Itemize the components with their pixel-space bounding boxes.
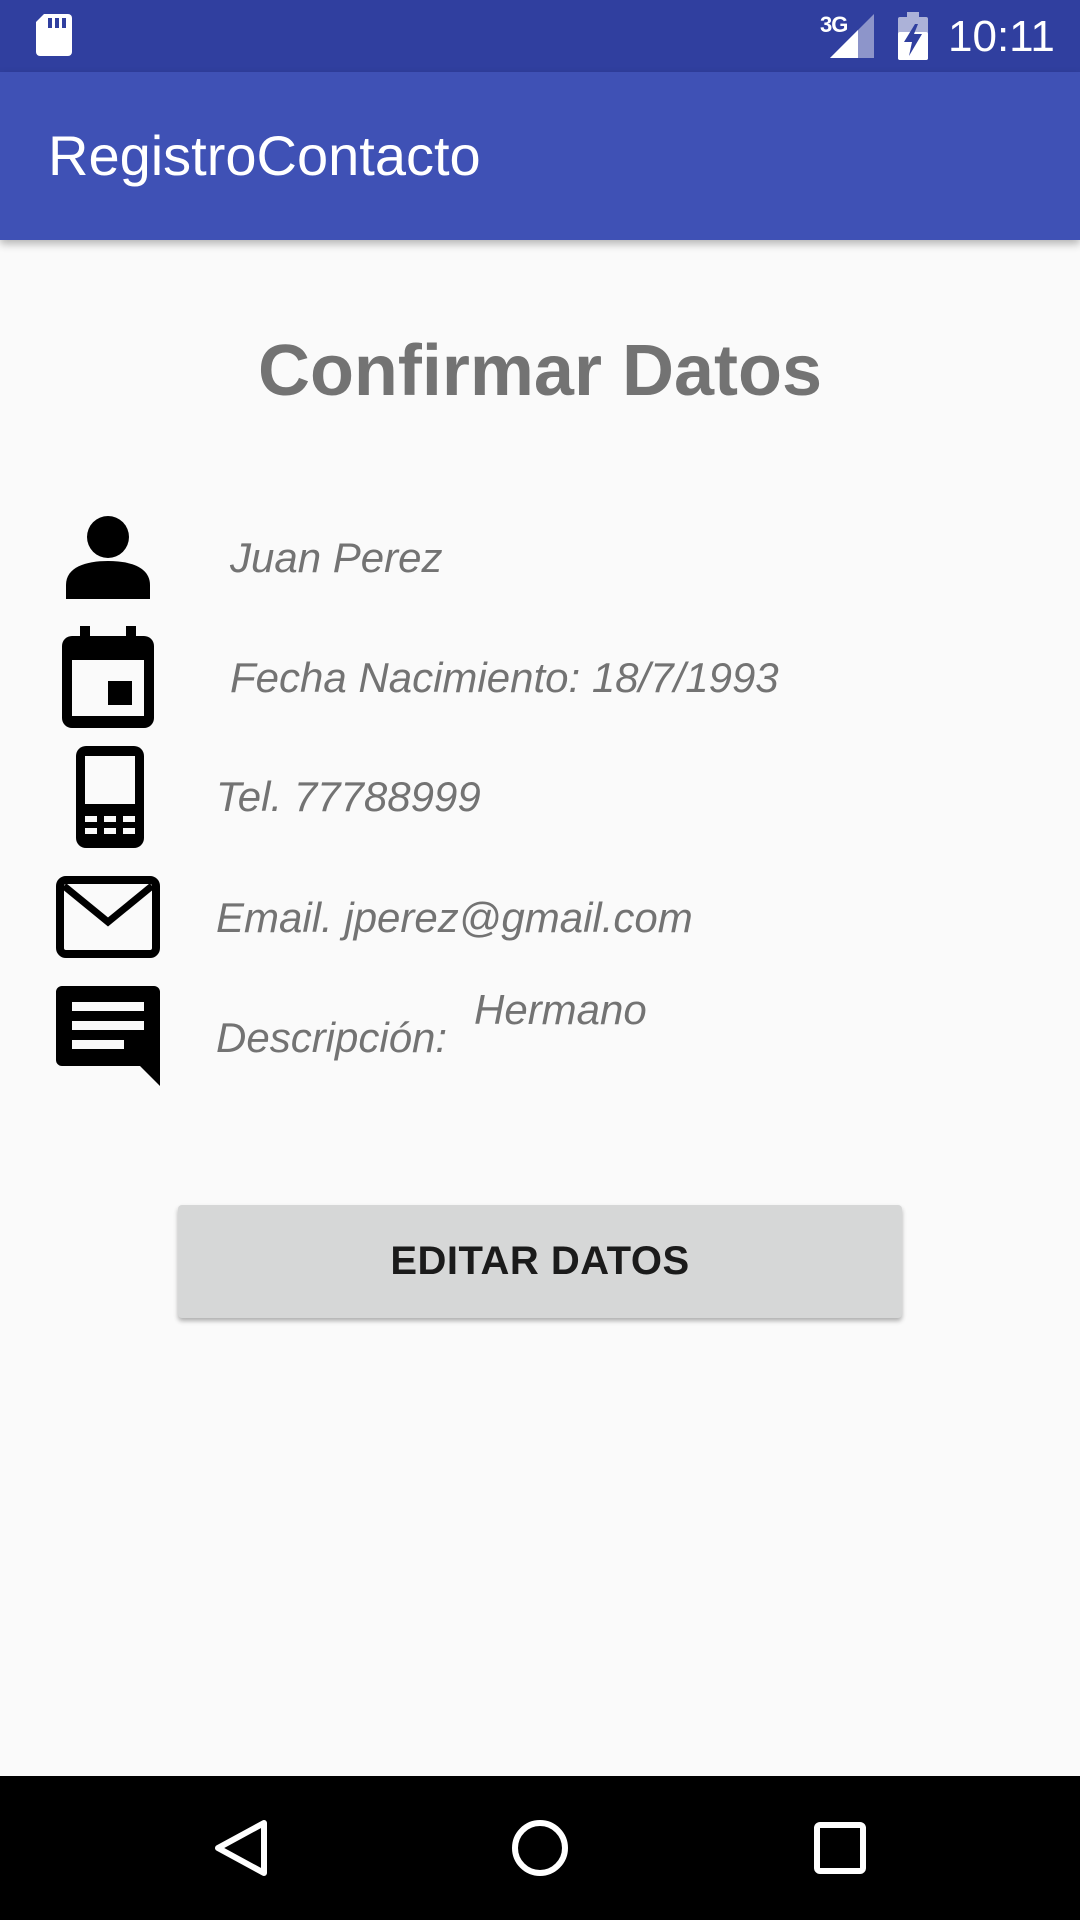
home-icon	[512, 1820, 568, 1876]
status-bar: 3G 10:11	[0, 0, 1080, 72]
birth-date-text: Fecha Nacimiento: 18/7/1993	[230, 654, 779, 701]
recents-icon	[814, 1822, 866, 1874]
recents-button[interactable]	[760, 1776, 920, 1920]
battery-charging-icon	[898, 12, 928, 65]
comment-icon	[56, 986, 160, 1091]
navigation-bar	[0, 1776, 1080, 1920]
description-value: Hermano	[474, 986, 647, 1033]
email-text: Email. jperez@gmail.com	[216, 894, 693, 941]
app-title: RegistroContacto	[48, 124, 481, 187]
phone-text: Tel. 77788999	[216, 773, 481, 820]
mobile-phone-icon	[76, 746, 144, 853]
description-label: Descripción:	[216, 1014, 448, 1061]
email-icon	[56, 876, 160, 963]
back-button[interactable]	[160, 1776, 320, 1920]
person-icon	[66, 515, 150, 604]
home-button[interactable]	[460, 1776, 620, 1920]
sd-card-icon	[36, 14, 72, 61]
screen: 3G 10:11 RegistroContacto Confirmar Dato…	[0, 0, 1080, 1920]
cell-signal-icon	[830, 14, 874, 63]
contact-name: Juan Perez	[230, 534, 443, 581]
page-title: Confirmar Datos	[257, 331, 823, 411]
calendar-icon	[62, 626, 154, 733]
app-bar: RegistroContacto	[0, 72, 1080, 240]
back-icon	[215, 1820, 267, 1876]
status-clock: 10:11	[948, 12, 1055, 61]
edit-data-button[interactable]: EDITAR DATOS	[178, 1205, 902, 1318]
